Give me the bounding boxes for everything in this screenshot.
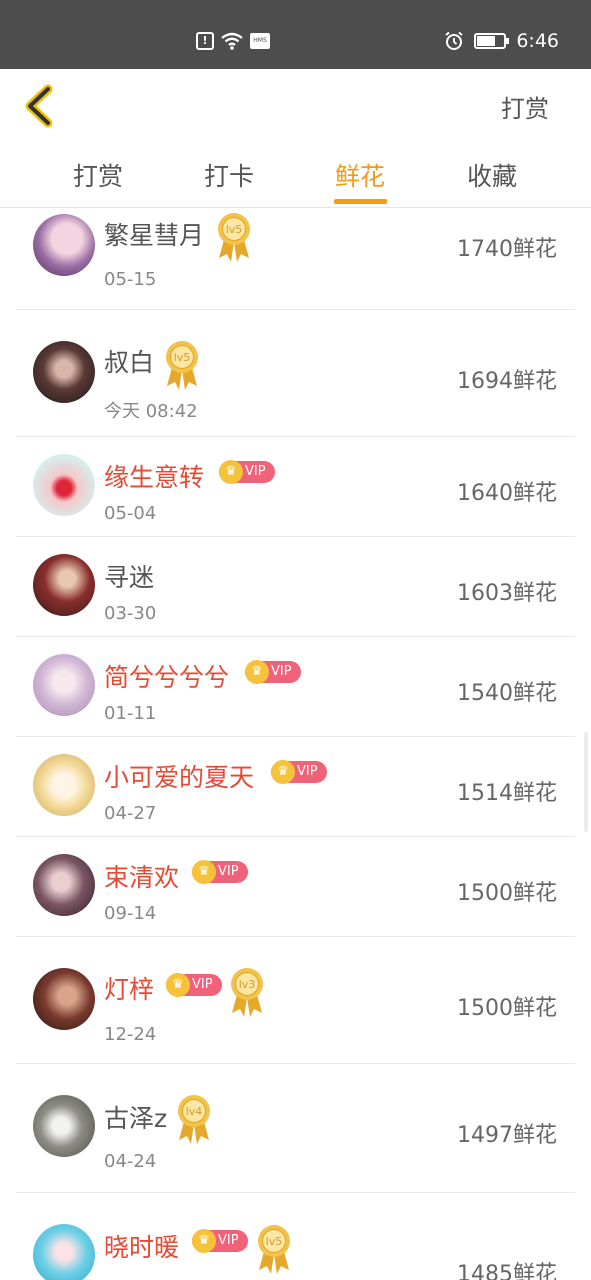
active-tab-indicator [334,199,387,204]
tab-bar: 打赏 打卡 鲜花 收藏 [0,141,591,208]
sim-card-icon: ! [196,32,214,50]
status-bar: ! HMS 6:46 [0,0,591,69]
flower-amount: 1500鲜花 [457,881,557,906]
clock-time: 6:46 [516,30,559,52]
wifi-icon [221,32,243,50]
vip-label: VIP [271,664,292,679]
avatar[interactable] [33,341,95,403]
user-name: 古泽z [104,1104,168,1133]
crown-icon: ♛ [192,1229,216,1253]
tab-flowers[interactable]: 鲜花 [335,157,385,193]
level-badge-icon: lv5 [258,1225,290,1274]
avatar[interactable] [33,214,95,276]
tab-reward[interactable]: 打赏 [73,157,123,193]
flower-amount: 1485鲜花 [457,1262,557,1280]
flower-amount: 1603鲜花 [457,581,557,606]
crown-icon: ♛ [245,660,269,684]
user-name: 束清欢 [104,863,180,892]
avatar[interactable] [33,1224,95,1280]
list-item[interactable]: 小可爱的夏天 ♛ VIP 04-27 1514鲜花 [16,737,575,837]
vip-badge: ♛ VIP [166,973,222,997]
vip-badge: ♛ VIP [192,1229,248,1253]
level-badge-text: lv4 [186,1105,203,1118]
flower-amount: 1740鲜花 [457,237,557,262]
vip-badge: ♛ VIP [219,460,275,484]
level-badge-icon: lv3 [231,968,263,1017]
avatar[interactable] [33,968,95,1030]
list-item[interactable]: 缘生意转 ♛ VIP 05-04 1640鲜花 [16,437,575,537]
battery-icon [474,33,510,49]
level-badge-text: lv5 [266,1235,283,1248]
avatar[interactable] [33,1095,95,1157]
avatar[interactable] [33,454,95,516]
level-badge-text: lv5 [174,351,191,364]
crown-icon: ♛ [219,460,243,484]
user-date: 12-24 [104,1024,157,1045]
scrollbar[interactable] [584,732,588,832]
vip-badge: ♛ VIP [192,860,248,884]
user-date: 09-14 [104,903,157,924]
user-name: 灯梓 [104,975,155,1004]
crown-icon: ♛ [166,973,190,997]
avatar[interactable] [33,554,95,616]
flower-amount: 1640鲜花 [457,481,557,506]
vip-badge: ♛ VIP [271,760,327,784]
list-item[interactable]: 叔白 lv5 今天 08:42 1694鲜花 [16,310,575,437]
crown-icon: ♛ [192,860,216,884]
vip-label: VIP [192,977,213,992]
user-name: 简兮兮兮兮 [104,663,230,692]
level-badge-icon: lv5 [166,341,198,390]
vip-label: VIP [297,764,318,779]
chevron-left-icon [25,84,53,128]
avatar[interactable] [33,654,95,716]
user-name: 小可爱的夏天 [104,763,255,792]
user-date: 03-30 [104,603,157,624]
user-name: 晓时暖 [104,1233,180,1262]
vip-badge: ♛ VIP [245,660,301,684]
status-icons-center: ! HMS [196,32,270,50]
status-icons-right: 6:46 [444,30,559,52]
hms-icon: HMS [250,33,270,49]
level-badge-icon: lv4 [178,1095,210,1144]
flower-ranking-list: 繁星彗月 lv5 05-15 1740鲜花 叔白 lv5 今天 08:42 16… [0,208,591,1280]
tab-favorites[interactable]: 收藏 [467,157,517,193]
back-button[interactable] [20,83,60,129]
user-name: 寻迷 [104,563,155,592]
user-date: 05-15 [104,269,157,290]
vip-label: VIP [245,464,266,479]
flower-amount: 1514鲜花 [457,781,557,806]
top-app-bar: 打赏 [0,69,591,141]
list-item[interactable]: 繁星彗月 lv5 05-15 1740鲜花 [16,208,575,310]
user-date: 01-11 [104,703,157,724]
tab-checkin[interactable]: 打卡 [204,157,254,193]
crown-icon: ♛ [271,760,295,784]
user-date: 今天 08:42 [104,401,198,422]
flower-amount: 1500鲜花 [457,996,557,1021]
user-date: 04-27 [104,803,157,824]
list-item[interactable]: 简兮兮兮兮 ♛ VIP 01-11 1540鲜花 [16,637,575,737]
user-name: 繁星彗月 [104,221,205,250]
avatar[interactable] [33,854,95,916]
list-item[interactable]: 束清欢 ♛ VIP 09-14 1500鲜花 [16,837,575,937]
flower-amount: 1497鲜花 [457,1123,557,1148]
user-name: 缘生意转 [104,463,205,492]
level-badge-text: lv3 [239,978,256,991]
list-item[interactable]: 晓时暖 ♛ VIP lv5 1485鲜花 [16,1193,575,1280]
user-name: 叔白 [104,348,155,377]
user-date: 05-04 [104,503,157,524]
level-badge-icon: lv5 [218,213,250,262]
level-badge-text: lv5 [226,223,243,236]
list-item[interactable]: 古泽z lv4 04-24 1497鲜花 [16,1064,575,1193]
flower-amount: 1540鲜花 [457,681,557,706]
user-date: 04-24 [104,1151,157,1172]
vip-label: VIP [218,864,239,879]
list-item[interactable]: 寻迷 03-30 1603鲜花 [16,537,575,637]
avatar[interactable] [33,754,95,816]
alarm-icon [445,31,463,50]
vip-label: VIP [218,1233,239,1248]
flower-amount: 1694鲜花 [457,369,557,394]
reward-action-button[interactable]: 打赏 [501,89,549,124]
list-item[interactable]: 灯梓 ♛ VIP lv3 12-24 1500鲜花 [16,937,575,1064]
